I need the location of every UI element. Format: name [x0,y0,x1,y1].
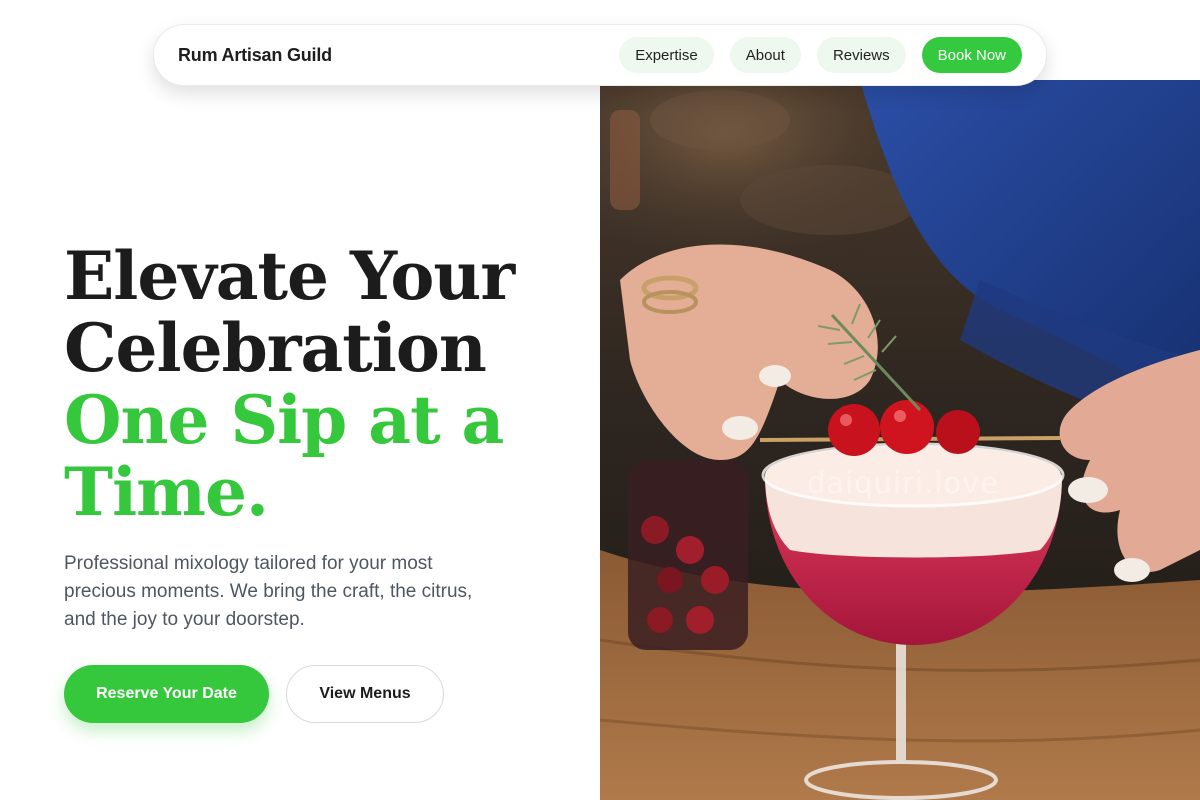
reserve-date-button[interactable]: Reserve Your Date [64,665,269,723]
hero-subtitle: Professional mixology tailored for your … [64,553,473,630]
nav-link-expertise[interactable]: Expertise [619,37,714,73]
view-menus-button[interactable]: View Menus [286,665,444,723]
hero-section: Elevate Your Celebration One Sip at a Ti… [64,240,564,634]
book-now-button[interactable]: Book Now [921,37,1022,73]
headline-accent-line-2: Time. [64,453,269,531]
headline-line-2: Celebration [64,309,487,387]
cocktail-illustration [600,80,1200,800]
brand-name[interactable]: Rum Artisan Guild [178,45,332,66]
headline-accent-line-1: One Sip at a [64,381,504,459]
top-navbar: Rum Artisan Guild Expertise About Review… [153,24,1047,86]
nav-link-about[interactable]: About [729,37,801,73]
hero-actions: Reserve Your Date View Menus [64,665,444,723]
hero-headline: Elevate Your Celebration One Sip at a Ti… [64,240,564,528]
hero-cocktail-photo: daiquiri.love [600,80,1200,800]
nav-links: Expertise About Reviews Book Now [619,37,1022,73]
nav-link-reviews[interactable]: Reviews [816,37,906,73]
headline-line-1: Elevate Your [64,237,515,315]
photo-watermark: daiquiri.love [807,466,1000,500]
